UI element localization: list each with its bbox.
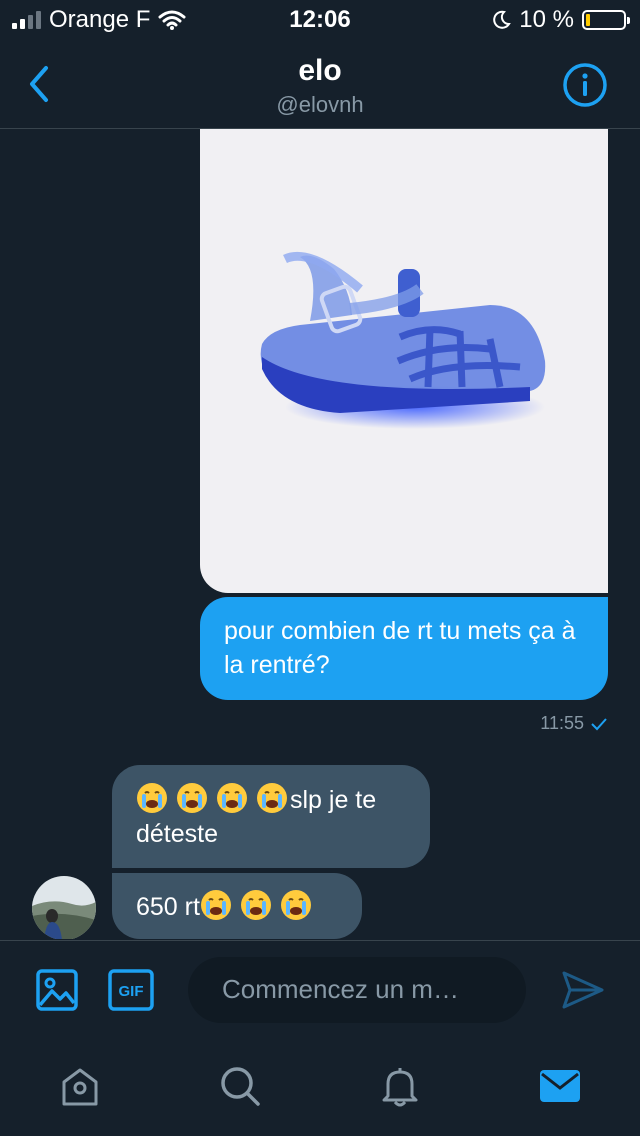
loudly-crying-face-emoji: [137, 783, 167, 813]
moon-icon: [493, 10, 512, 29]
bell-icon[interactable]: [378, 1064, 422, 1108]
message-composer: GIF Commencez un m…: [0, 940, 640, 1041]
battery-icon: [582, 10, 630, 30]
sandal-image: [260, 251, 546, 429]
contact-handle: @elovnh: [276, 92, 364, 117]
loudly-crying-face-emoji: [280, 890, 311, 920]
loudly-crying-face-emoji: [217, 783, 247, 813]
info-icon[interactable]: [562, 62, 608, 108]
incoming-message[interactable]: slp je te déteste: [112, 765, 430, 868]
loudly-crying-face-emoji: [257, 783, 287, 813]
mail-icon[interactable]: [538, 1064, 582, 1108]
loudly-crying-face-emoji: [177, 783, 207, 813]
timestamp-text: 11:55: [540, 713, 584, 733]
contact-name: elo: [298, 54, 342, 87]
loudly-crying-face-emoji: [240, 890, 271, 920]
gif-label: GIF: [119, 983, 144, 1000]
avatar[interactable]: [32, 876, 96, 939]
conversation-header: elo @elovnh: [0, 42, 640, 129]
message-input-placeholder: Commencez un m…: [222, 974, 459, 1004]
home-icon[interactable]: [58, 1064, 102, 1108]
gif-button[interactable]: GIF: [108, 969, 154, 1011]
message-input[interactable]: Commencez un m…: [188, 957, 526, 1023]
avatar-image: [32, 876, 96, 939]
send-icon[interactable]: [560, 969, 606, 1011]
tab-bar: [0, 1040, 640, 1136]
checkmark-icon: [591, 717, 607, 730]
sent-photo-sandal[interactable]: [200, 129, 608, 593]
image-icon[interactable]: [36, 969, 78, 1011]
outgoing-message[interactable]: pour combien de rt tu mets ça à la rentr…: [200, 597, 608, 700]
status-bar: Orange F 12:06 10 %: [0, 0, 640, 42]
message-timestamp: 11:55: [540, 713, 608, 734]
status-right: 10 %: [491, 6, 630, 34]
incoming-message-text: 650 rt: [136, 893, 200, 921]
incoming-message[interactable]: 650 rt: [112, 873, 362, 939]
message-list[interactable]: pour combien de rt tu mets ça à la rentr…: [0, 129, 640, 939]
battery-percent: 10 %: [519, 6, 574, 33]
loudly-crying-face-emoji: [200, 890, 231, 920]
gif-icon: GIF: [108, 969, 154, 1011]
search-icon[interactable]: [218, 1064, 262, 1108]
outgoing-message-text: pour combien de rt tu mets ça à la rentr…: [224, 617, 576, 679]
